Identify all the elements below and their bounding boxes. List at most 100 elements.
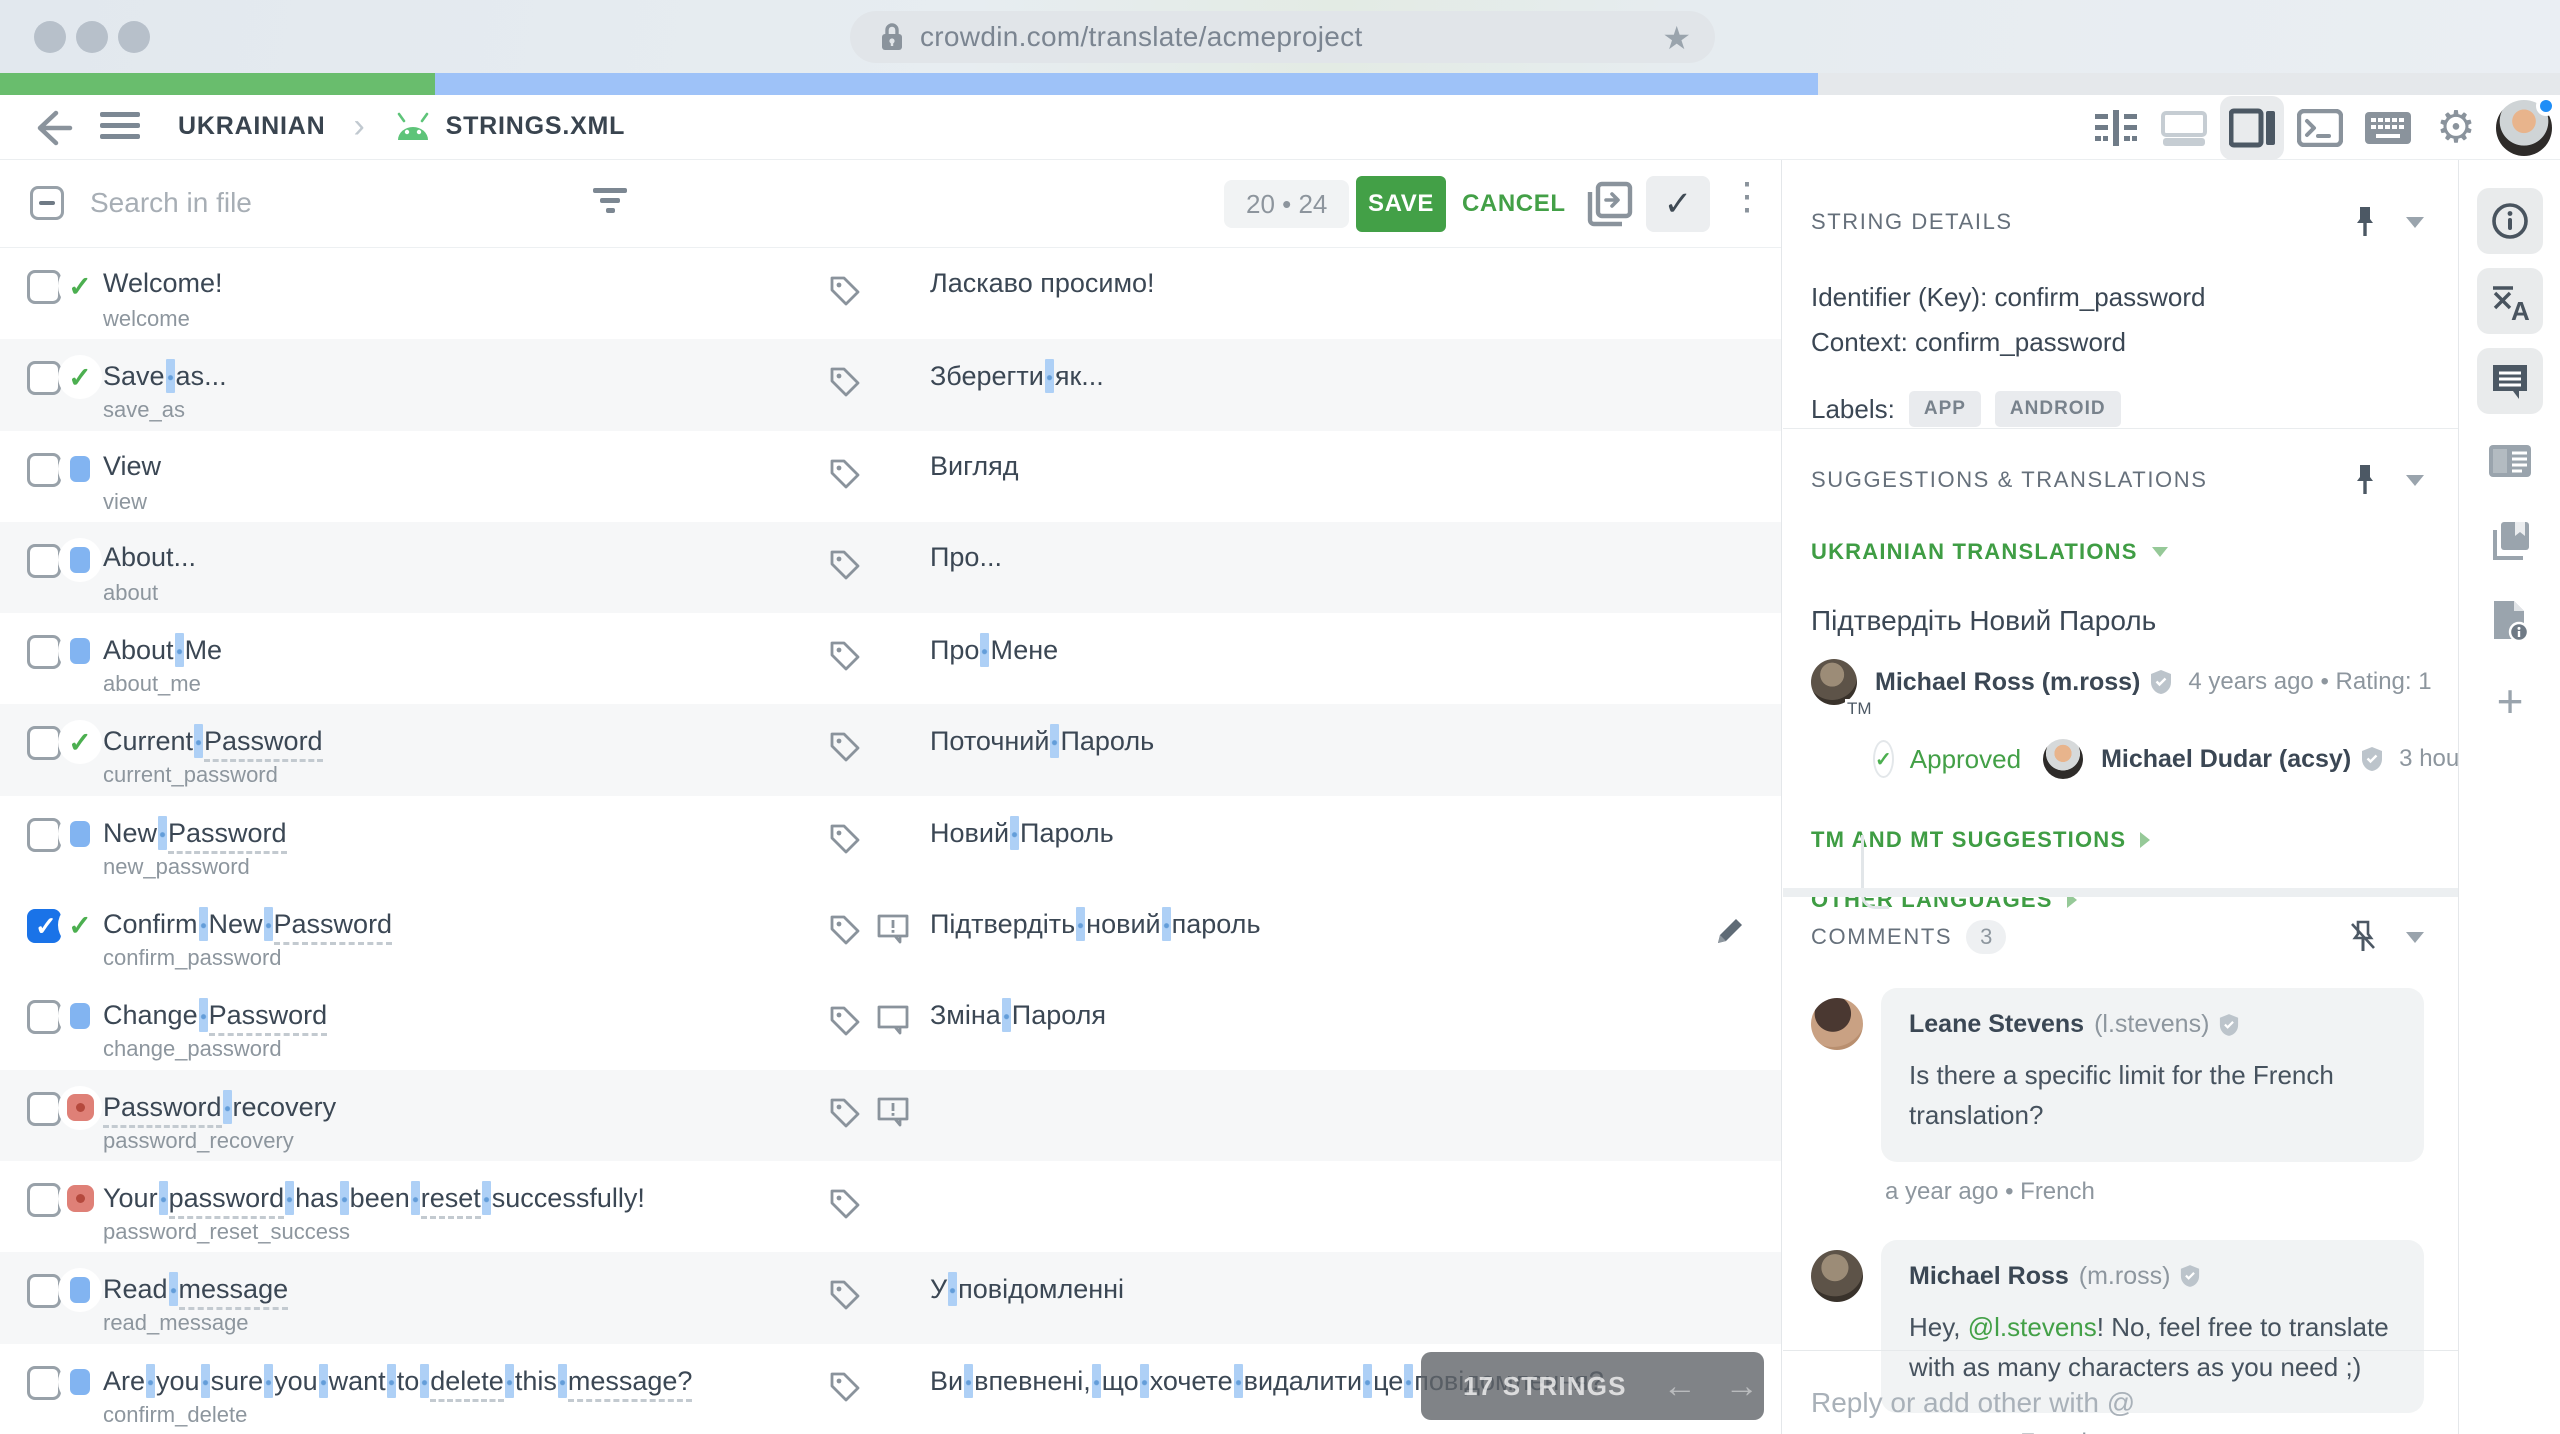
commenter-name[interactable]: Leane Stevens — [1909, 1010, 2084, 1039]
keyboard-shortcuts-button[interactable] — [2356, 96, 2420, 160]
source-text[interactable]: Your password has been reset successfully! — [103, 1180, 645, 1219]
approved-check-icon[interactable]: ✓ — [1873, 740, 1894, 778]
row-checkbox[interactable] — [27, 817, 61, 852]
translation-text[interactable]: Про Мене — [930, 633, 1058, 668]
source-text[interactable]: About Me — [103, 633, 222, 668]
string-row[interactable]: Change Password change_password Зміна Паро… — [0, 978, 1781, 1070]
pin-icon[interactable] — [2352, 463, 2378, 497]
tag-icon[interactable] — [828, 274, 862, 308]
tag-icon[interactable] — [828, 1278, 862, 1312]
translation-text[interactable]: Поточний Пароль — [930, 724, 1154, 759]
string-row[interactable]: New Password new_password Новий Пароль — [0, 795, 1781, 888]
window-zoom-button[interactable] — [118, 21, 150, 53]
approver-name[interactable]: Michael Dudar (acsy) — [2101, 745, 2351, 774]
source-text[interactable]: About... — [103, 542, 196, 573]
settings-gear-icon[interactable]: ⚙ — [2424, 96, 2488, 160]
commenter-avatar[interactable] — [1811, 998, 1863, 1050]
save-button[interactable]: SAVE — [1356, 176, 1446, 232]
next-page-arrow[interactable]: → — [1725, 1367, 1759, 1406]
translation-text[interactable]: Підтвердіть новий пароль — [930, 907, 1261, 942]
ukrainian-translations-link[interactable]: UKRAINIAN TRANSLATIONS — [1811, 539, 2168, 565]
breadcrumb-file[interactable]: STRINGS.XML — [446, 112, 626, 141]
tag-icon[interactable] — [828, 1096, 862, 1130]
row-checkbox[interactable] — [27, 270, 61, 304]
string-row[interactable]: About... about Про... — [0, 521, 1781, 614]
more-options-icon[interactable]: ⋮ — [1728, 174, 1766, 219]
address-bar[interactable]: crowdin.com/translate/acmeproject ★ — [850, 11, 1715, 63]
string-row[interactable]: Your password has been reset successfully! pa… — [0, 1160, 1781, 1253]
translation-text[interactable]: Зберегти як... — [930, 359, 1104, 394]
source-text[interactable]: Change Password — [103, 998, 328, 1037]
translation-text[interactable]: Вигляд — [930, 451, 1018, 482]
row-checkbox[interactable] — [27, 361, 61, 396]
row-checkbox[interactable] — [27, 452, 61, 487]
tag-icon[interactable] — [828, 913, 862, 947]
tag-icon[interactable] — [828, 822, 862, 856]
source-text[interactable]: Password recovery — [103, 1089, 336, 1128]
tag-icon[interactable] — [828, 365, 862, 399]
filter-icon[interactable] — [592, 188, 628, 218]
row-checkbox[interactable] — [27, 1274, 61, 1309]
bookmark-star-icon[interactable]: ★ — [1662, 19, 1691, 57]
select-all-checkbox[interactable] — [30, 186, 64, 220]
suggestion-translation-text[interactable]: Підтвердіть Новий Пароль — [1811, 605, 2424, 637]
row-checkbox[interactable] — [27, 1182, 61, 1217]
string-row[interactable]: Password recovery password_recovery — [0, 1069, 1781, 1161]
row-checkbox[interactable] — [27, 1000, 61, 1035]
tag-icon[interactable] — [828, 1187, 862, 1221]
window-minimize-button[interactable] — [76, 21, 108, 53]
source-text[interactable]: Current Password — [103, 724, 323, 763]
source-text[interactable]: Read message — [103, 1272, 289, 1311]
cancel-button[interactable]: CANCEL — [1462, 176, 1566, 232]
edit-pencil-icon[interactable] — [1712, 913, 1748, 954]
tag-icon[interactable] — [828, 639, 862, 673]
source-text[interactable]: Welcome! — [103, 268, 223, 299]
translation-text[interactable]: Новий Пароль — [930, 815, 1114, 850]
string-row[interactable]: ✓ Welcome! welcome Ласкаво просимо! — [0, 248, 1781, 340]
info-tab-icon[interactable] — [2477, 188, 2543, 254]
translations-tab-icon[interactable]: A — [2477, 268, 2543, 334]
translation-text[interactable]: Зміна Пароля — [930, 998, 1106, 1033]
copy-source-icon[interactable] — [1586, 180, 1634, 228]
reply-input[interactable] — [1811, 1387, 2411, 1419]
tag-icon[interactable] — [828, 457, 862, 491]
source-text[interactable]: Are you sure you want to delete this message? — [103, 1363, 693, 1402]
collapse-caret-icon[interactable] — [2406, 474, 2424, 486]
source-text[interactable]: Confirm New Password — [103, 907, 393, 946]
collapse-caret-icon[interactable] — [2406, 931, 2424, 943]
translation-text[interactable]: Про... — [930, 542, 1002, 573]
search-input[interactable] — [90, 178, 570, 228]
commenter-avatar[interactable] — [1811, 1249, 1863, 1302]
translation-text[interactable]: Уповідомленні — [930, 1272, 1124, 1307]
side-by-side-view-button[interactable] — [2084, 96, 2148, 160]
string-row[interactable]: View view Вигляд — [0, 430, 1781, 522]
tag-icon[interactable] — [828, 1370, 862, 1404]
row-checkbox[interactable] — [27, 909, 61, 944]
tag-icon[interactable] — [828, 548, 862, 582]
bottom-panel-view-button[interactable] — [2152, 96, 2216, 160]
tag-icon[interactable] — [828, 730, 862, 764]
string-row[interactable]: ✓ Save as... save_as Зберегти як... — [0, 339, 1781, 431]
row-checkbox[interactable] — [27, 543, 61, 578]
approve-check-button[interactable]: ✓ — [1646, 176, 1710, 232]
collapse-caret-icon[interactable] — [2406, 216, 2424, 228]
right-panel-view-button[interactable] — [2220, 95, 2284, 160]
file-info-tab-icon[interactable] — [2477, 588, 2543, 654]
comment-alert-icon[interactable] — [876, 1096, 910, 1128]
context-tab-icon[interactable] — [2477, 428, 2543, 494]
console-button[interactable] — [2288, 96, 2352, 160]
back-button[interactable] — [26, 103, 76, 153]
translation-text[interactable]: Ласкаво просимо! — [930, 268, 1155, 299]
row-checkbox[interactable] — [27, 1091, 61, 1126]
source-text[interactable]: View — [103, 451, 161, 482]
breadcrumb-language[interactable]: UKRAINIAN — [178, 112, 325, 141]
commenter-name[interactable]: Michael Ross — [1909, 1262, 2069, 1291]
mention-link[interactable]: @l.stevens — [1968, 1312, 2097, 1342]
comment-alert-icon[interactable] — [876, 913, 910, 945]
pin-icon[interactable] — [2352, 205, 2378, 239]
comment-icon[interactable] — [876, 1004, 910, 1036]
previous-page-arrow[interactable]: ← — [1663, 1367, 1697, 1406]
user-avatar[interactable] — [2492, 95, 2556, 160]
window-close-button[interactable] — [34, 21, 66, 53]
string-row[interactable]: About Me about_me Про Мене — [0, 613, 1781, 705]
